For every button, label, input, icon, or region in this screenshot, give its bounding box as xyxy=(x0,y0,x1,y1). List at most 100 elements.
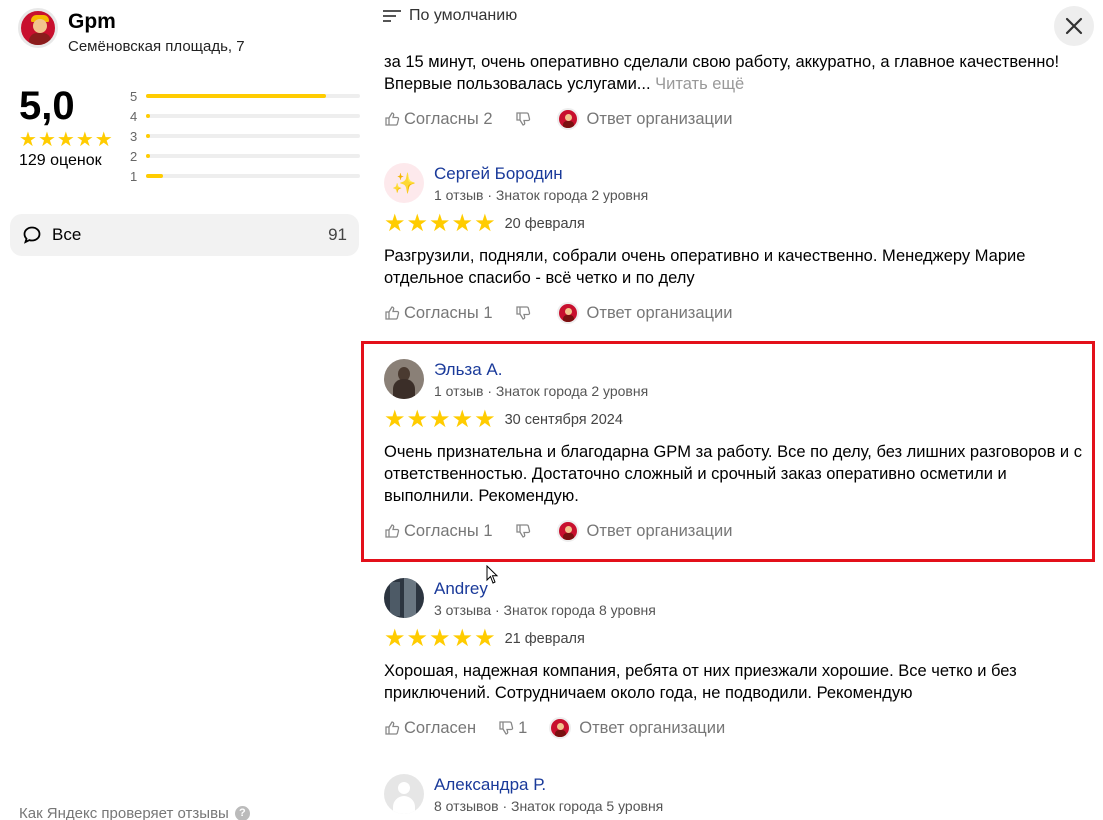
distribution-row: 2 xyxy=(130,146,360,166)
rating-value: 5,0 xyxy=(19,84,75,128)
star-icon: ★ xyxy=(56,129,75,151)
review-stars: ★ ★ ★ ★ ★ 21 февраля xyxy=(384,627,1084,651)
close-button[interactable] xyxy=(1054,6,1094,46)
thumb-down-icon xyxy=(499,721,514,735)
rating-distribution: 5 4 3 2 1 xyxy=(130,86,360,186)
thumb-down-icon xyxy=(515,306,530,320)
distribution-fill xyxy=(146,134,151,138)
sparkles-icon[interactable]: ✨ xyxy=(384,163,424,203)
review-author[interactable]: Andrey xyxy=(434,579,656,599)
user-photo[interactable] xyxy=(384,578,424,618)
org-logo-small xyxy=(556,302,579,324)
distribution-bar xyxy=(146,94,360,98)
review-author-meta: 3 отзыва · Знаток города 8 уровня xyxy=(434,601,656,618)
star-icon: ★ xyxy=(451,625,474,652)
distribution-fill xyxy=(146,174,164,178)
agree-button[interactable]: Согласны 2 xyxy=(384,110,493,129)
thumb-down-icon xyxy=(515,112,530,126)
agree-label: Согласен xyxy=(404,718,477,737)
mouse-cursor-icon xyxy=(486,565,499,584)
thumb-up-icon xyxy=(385,721,400,735)
sort-dropdown[interactable]: По умолчанию xyxy=(383,7,517,25)
review-author[interactable]: Александра Р. xyxy=(434,775,663,795)
org-sidebar: Gpm Семёновская площадь, 7 5,0 ★ ★ ★ ★ ★… xyxy=(0,0,370,820)
org-logo-small xyxy=(549,717,572,739)
thumb-up-icon xyxy=(385,112,400,126)
how-yandex-checks-link[interactable]: Как Яндекс проверяет отзывы ? xyxy=(19,805,250,820)
org-reply-button[interactable]: Ответ организации xyxy=(549,717,725,739)
sort-label: По умолчанию xyxy=(409,7,518,24)
star-icon: ★ xyxy=(474,210,496,237)
review-header: Александра Р. 8 отзывов · Знаток города … xyxy=(384,774,1084,814)
rating-stars: ★ ★ ★ ★ ★ xyxy=(19,130,119,150)
star-icon: ★ xyxy=(19,129,37,151)
star-icon: ★ xyxy=(384,210,406,237)
distribution-fill xyxy=(146,154,151,158)
org-reply-label: Ответ организации xyxy=(579,718,726,737)
distribution-row: 3 xyxy=(130,126,360,146)
agree-label: Согласны 2 xyxy=(404,109,493,128)
thumb-up-icon xyxy=(385,306,400,320)
read-more-link[interactable]: Читать ещё xyxy=(655,75,744,93)
question-icon: ? xyxy=(234,806,250,820)
close-icon xyxy=(1065,17,1083,35)
distribution-row: 1 xyxy=(130,166,360,186)
org-reply-button[interactable]: Ответ организации xyxy=(556,302,733,324)
review-date: 20 февраля xyxy=(504,216,585,232)
distribution-star: 1 xyxy=(130,168,138,184)
review-actions: Согласны 1 Ответ организации xyxy=(384,302,1084,324)
dislike-count: 1 xyxy=(518,718,528,737)
distribution-fill xyxy=(146,94,326,98)
review-date: 21 февраля xyxy=(504,631,585,647)
star-icon: ★ xyxy=(75,129,94,151)
agree-label: Согласны 1 xyxy=(404,303,493,322)
distribution-bar xyxy=(146,134,360,138)
org-reply-label: Ответ организации xyxy=(586,109,733,128)
star-icon: ★ xyxy=(451,210,474,237)
review-text: Хорошая, надежная компания, ребята от ни… xyxy=(384,662,1017,702)
dislike-button[interactable] xyxy=(515,111,535,127)
dislike-button[interactable] xyxy=(515,305,535,321)
distribution-star: 3 xyxy=(130,128,138,144)
review-actions: Согласен 1 Ответ организации xyxy=(384,717,1084,739)
star-icon: ★ xyxy=(429,210,451,237)
review-author-meta: 1 отзыв · Знаток города 2 уровня xyxy=(434,186,649,203)
org-name[interactable]: Gpm xyxy=(68,10,245,34)
star-icon: ★ xyxy=(94,129,113,151)
filter-all-label: Все xyxy=(52,225,82,244)
sort-lines-icon xyxy=(383,10,401,22)
distribution-bar xyxy=(146,174,360,178)
review-author-meta: 8 отзывов · Знаток города 5 уровня xyxy=(434,797,664,814)
review-actions: Согласны 2 Ответ организации xyxy=(384,108,1084,130)
dislike-button[interactable]: 1 xyxy=(498,719,527,738)
review-header: ✨ Сергей Бородин 1 отзыв · Знаток города… xyxy=(384,163,1084,203)
default-user-icon[interactable] xyxy=(384,774,424,814)
star-icon: ★ xyxy=(37,129,56,151)
org-reply-label: Ответ организации xyxy=(586,303,733,322)
distribution-star: 5 xyxy=(130,88,138,104)
review-card: Александра Р. 8 отзывов · Знаток города … xyxy=(384,774,1084,814)
how-check-label: Как Яндекс проверяет отзывы xyxy=(19,805,229,820)
review-author[interactable]: Сергей Бородин xyxy=(434,164,648,184)
org-logo[interactable] xyxy=(18,8,58,48)
star-icon: ★ xyxy=(384,625,406,652)
review-card: за 15 минут, очень оперативно сделали св… xyxy=(384,51,1084,130)
distribution-bar xyxy=(146,154,360,158)
chat-bubble-icon xyxy=(23,226,41,244)
review-stars: ★ ★ ★ ★ ★ 20 февраля xyxy=(384,212,1084,236)
distribution-row: 4 xyxy=(130,106,360,126)
distribution-bar xyxy=(146,114,360,118)
org-reply-button[interactable]: Ответ организации xyxy=(556,108,733,130)
agree-button[interactable]: Согласны 1 xyxy=(384,304,493,323)
org-logo-small xyxy=(556,108,579,130)
org-address: Семёновская площадь, 7 xyxy=(68,38,245,55)
filter-all-count: 91 xyxy=(328,225,347,244)
rating-count: 129 оценок xyxy=(19,152,102,169)
org-header: Gpm Семёновская площадь, 7 xyxy=(18,8,245,55)
distribution-row: 5 xyxy=(130,86,360,106)
filter-all-button[interactable]: Все 91 xyxy=(10,214,359,256)
distribution-fill xyxy=(146,114,151,118)
review-card: ✨ Сергей Бородин 1 отзыв · Знаток города… xyxy=(384,163,1084,324)
agree-button[interactable]: Согласен xyxy=(384,719,476,738)
review-card: Andrey 3 отзыва · Знаток города 8 уровня… xyxy=(384,578,1084,739)
